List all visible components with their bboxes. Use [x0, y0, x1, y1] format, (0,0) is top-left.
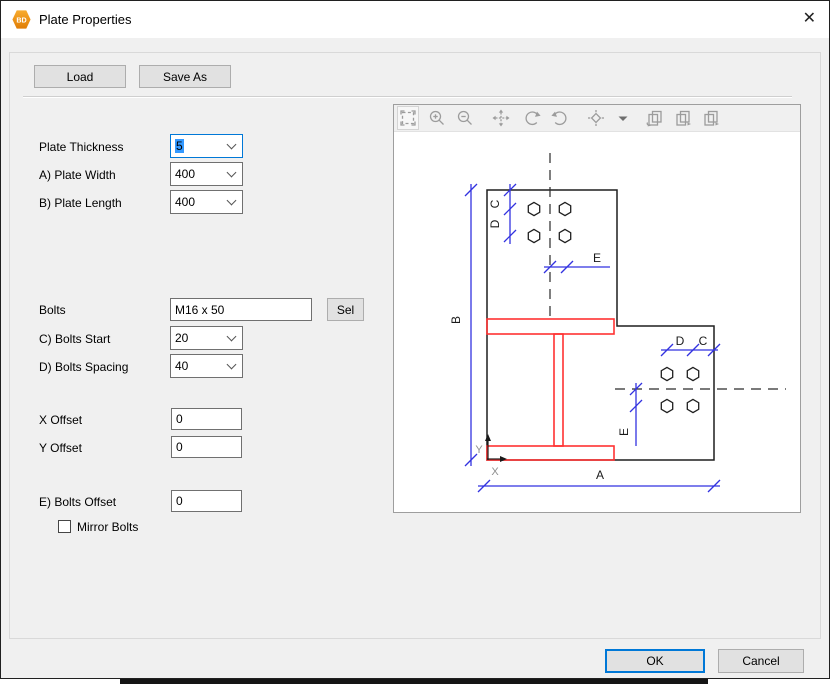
center-target-icon[interactable] — [586, 107, 606, 129]
plate-properties-dialog: BD Plate Properties ✕ Load Save As Plate… — [0, 0, 830, 679]
dim-label-c-right: C — [699, 334, 708, 348]
axis-label-x: X — [491, 466, 499, 478]
dimension-E-right — [630, 383, 642, 446]
plate-length-combo[interactable]: 400 — [170, 190, 243, 214]
axis-label-y: Y — [475, 444, 483, 456]
dim-label-a: A — [596, 468, 604, 482]
bolts-start-value: 20 — [175, 331, 188, 345]
chevron-down-icon[interactable] — [227, 140, 237, 150]
screen: BD Plate Properties ✕ Load Save As Plate… — [0, 0, 830, 684]
bolts-spacing-value: 40 — [175, 359, 188, 373]
beam-section — [487, 319, 614, 460]
bolts-spacing-label: D) Bolts Spacing — [39, 360, 128, 374]
close-icon[interactable]: ✕ — [803, 9, 816, 29]
plate-thickness-value: 5 — [175, 139, 184, 153]
bolts-select-button[interactable]: Sel — [327, 298, 364, 321]
pan-icon[interactable] — [491, 107, 511, 129]
background-strip — [120, 679, 708, 684]
header-separator — [23, 96, 792, 98]
bolts-offset-label: E) Bolts Offset — [39, 495, 116, 509]
dimension-CD-top — [504, 184, 516, 244]
bolt-group-right — [661, 367, 698, 412]
svg-text:BD: BD — [16, 16, 26, 24]
plate-length-label: B) Plate Length — [39, 196, 122, 210]
plate-thickness-combo[interactable]: 5 — [170, 134, 243, 158]
plate-width-combo[interactable]: 400 — [170, 162, 243, 186]
plate-length-value: 400 — [175, 195, 195, 209]
plate-outline — [487, 190, 714, 460]
rotate-ccw-icon[interactable] — [522, 107, 542, 129]
zoom-out-icon[interactable] — [455, 107, 475, 129]
plate-width-value: 400 — [175, 167, 195, 181]
mirror-bolts-label: Mirror Bolts — [77, 520, 138, 534]
titlebar: BD Plate Properties ✕ — [1, 1, 829, 38]
y-offset-label: Y Offset — [39, 441, 82, 455]
bolts-start-combo[interactable]: 20 — [170, 326, 243, 350]
dim-label-e-top: E — [593, 251, 601, 265]
preview-toolbar — [394, 105, 800, 132]
window-title: Plate Properties — [39, 12, 132, 27]
cancel-button[interactable]: Cancel — [718, 649, 804, 673]
bolts-field[interactable] — [170, 298, 312, 321]
zoom-in-icon[interactable] — [427, 107, 447, 129]
load-button[interactable]: Load — [34, 65, 126, 88]
dimension-B — [465, 184, 477, 466]
preview-canvas[interactable]: B A C D — [394, 132, 800, 511]
copy-view-3-icon[interactable] — [701, 107, 721, 129]
bolts-spacing-combo[interactable]: 40 — [170, 354, 243, 378]
rotate-cw-icon[interactable] — [550, 107, 570, 129]
dim-label-d-top: D — [488, 219, 502, 228]
bolts-offset-field[interactable] — [171, 490, 242, 512]
dim-label-c-top: C — [488, 199, 502, 208]
dim-label-d-right: D — [676, 334, 685, 348]
dropdown-arrow-icon[interactable] — [617, 107, 629, 129]
app-icon: BD — [11, 9, 32, 30]
x-offset-label: X Offset — [39, 413, 82, 427]
x-offset-field[interactable] — [171, 408, 242, 430]
axis-marker — [485, 434, 507, 462]
save-as-button[interactable]: Save As — [139, 65, 231, 88]
chevron-down-icon[interactable] — [227, 168, 237, 178]
mirror-bolts-checkbox[interactable] — [58, 520, 71, 533]
preview-drawing: B A C D — [394, 132, 800, 511]
chevron-down-icon[interactable] — [227, 196, 237, 206]
plate-thickness-label: Plate Thickness — [39, 140, 124, 154]
copy-view-1-icon[interactable] — [645, 107, 665, 129]
chevron-down-icon[interactable] — [227, 360, 237, 370]
plate-width-label: A) Plate Width — [39, 168, 116, 182]
zoom-extents-icon[interactable] — [397, 106, 419, 130]
ok-button[interactable]: OK — [605, 649, 705, 673]
dimension-DC-right — [661, 344, 720, 356]
preview-panel: B A C D — [393, 104, 801, 513]
dim-label-e-right: E — [617, 428, 631, 436]
bolts-label: Bolts — [39, 303, 66, 317]
bolts-start-label: C) Bolts Start — [39, 332, 110, 346]
copy-view-2-icon[interactable] — [673, 107, 693, 129]
dim-label-b: B — [449, 316, 463, 324]
chevron-down-icon[interactable] — [227, 332, 237, 342]
y-offset-field[interactable] — [171, 436, 242, 458]
